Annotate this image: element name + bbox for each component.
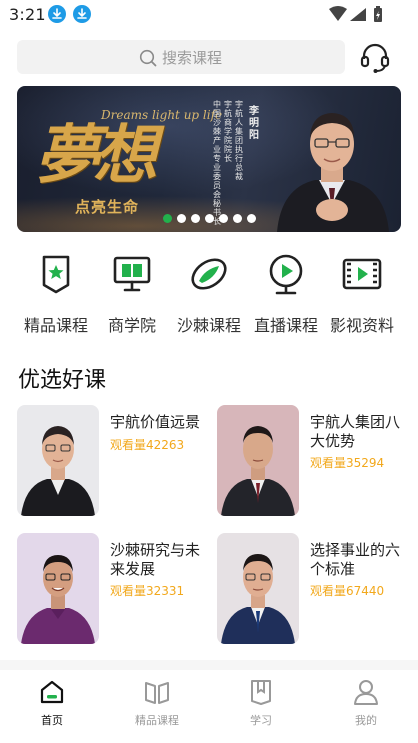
tab-label: 精品课程 <box>135 714 179 727</box>
carousel-dot[interactable] <box>191 214 200 223</box>
banner-portrait <box>277 113 389 232</box>
banner-carousel[interactable]: 夢想 Dreams light up life 点亮生命 中国沙棘产业专业委员会… <box>17 86 401 232</box>
category-live-courses[interactable]: 直播课程 <box>246 252 326 336</box>
carousel-dot[interactable] <box>247 214 256 223</box>
course-view-count: 观看量67440 <box>310 584 385 598</box>
carousel-dot[interactable] <box>233 214 242 223</box>
category-label: 沙棘课程 <box>176 316 241 335</box>
search-icon <box>139 49 157 66</box>
course-card[interactable]: 宇航人集团八大优势 观看量35294 <box>217 405 407 517</box>
bottom-tab-bar: 首页 精品课程 学习 我的 <box>0 670 418 743</box>
bookmark-icon <box>251 680 271 705</box>
category-business-school[interactable]: 商学院 <box>92 252 172 336</box>
home-icon <box>40 680 64 704</box>
customer-service-icon[interactable] <box>358 41 392 75</box>
leaf-icon <box>191 258 227 290</box>
search-placeholder: 搜索课程 <box>162 49 223 67</box>
status-time: 3:21 <box>9 5 46 24</box>
category-seabuckthorn-courses[interactable]: 沙棘课程 <box>169 252 249 336</box>
category-label: 直播课程 <box>253 316 318 335</box>
banner-person-name: 李明阳 <box>249 106 259 141</box>
search-bar[interactable]: 搜索课程 <box>17 40 345 74</box>
course-thumbnail <box>17 405 99 516</box>
carousel-dot[interactable] <box>219 214 228 223</box>
download-notification-icon <box>48 5 66 23</box>
tab-label: 我的 <box>355 714 377 727</box>
course-title: 沙棘研究与未来发展 <box>110 541 201 578</box>
section-title: 优选好课 <box>18 368 107 393</box>
tab-profile[interactable]: 我的 <box>326 678 406 728</box>
book-monitor-icon <box>113 256 151 292</box>
tab-bar-divider <box>0 660 418 670</box>
tab-premium-courses[interactable]: 精品课程 <box>117 678 197 728</box>
course-title: 宇航价值远景 <box>110 413 201 431</box>
carousel-dot[interactable] <box>205 214 214 223</box>
open-book-icon <box>145 682 169 704</box>
carousel-indicator[interactable] <box>163 214 261 223</box>
category-label: 商学院 <box>107 316 156 335</box>
course-card[interactable]: 宇航价值远景 观看量42263 <box>17 405 207 517</box>
tab-label: 学习 <box>250 714 272 727</box>
course-title: 宇航人集团八大优势 <box>310 413 401 450</box>
course-card[interactable]: 选择事业的六个标准 观看量67440 <box>217 533 407 645</box>
film-icon <box>342 258 382 290</box>
category-premium-courses[interactable]: 精品课程 <box>16 252 96 336</box>
banner-english-text: Dreams light up life <box>101 108 223 122</box>
status-bar: 3:21 <box>0 0 418 30</box>
course-view-count: 观看量32331 <box>110 584 185 598</box>
carousel-dot[interactable] <box>177 214 186 223</box>
live-play-icon <box>269 254 303 295</box>
course-view-count: 观看量35294 <box>310 456 385 470</box>
course-title: 选择事业的六个标准 <box>310 541 401 578</box>
carousel-dot[interactable] <box>163 214 172 223</box>
system-status-icons <box>329 6 382 22</box>
course-card[interactable]: 沙棘研究与未来发展 观看量32331 <box>17 533 207 645</box>
course-thumbnail <box>217 405 299 516</box>
tab-home[interactable]: 首页 <box>12 678 92 728</box>
star-badge-icon <box>42 255 70 294</box>
download-notification-icon <box>73 5 91 23</box>
banner-slogan: 点亮生命 <box>75 198 140 216</box>
tab-study[interactable]: 学习 <box>221 678 301 728</box>
course-thumbnail <box>217 533 299 644</box>
tab-label: 首页 <box>41 714 63 727</box>
user-icon <box>354 680 378 705</box>
category-label: 影视资料 <box>329 316 394 335</box>
course-view-count: 观看量42263 <box>110 438 185 452</box>
banner-vertical-text: 宇航人集团执行总裁 <box>235 100 243 181</box>
course-thumbnail <box>17 533 99 644</box>
category-video-materials[interactable]: 影视资料 <box>322 252 402 336</box>
category-label: 精品课程 <box>23 316 88 335</box>
